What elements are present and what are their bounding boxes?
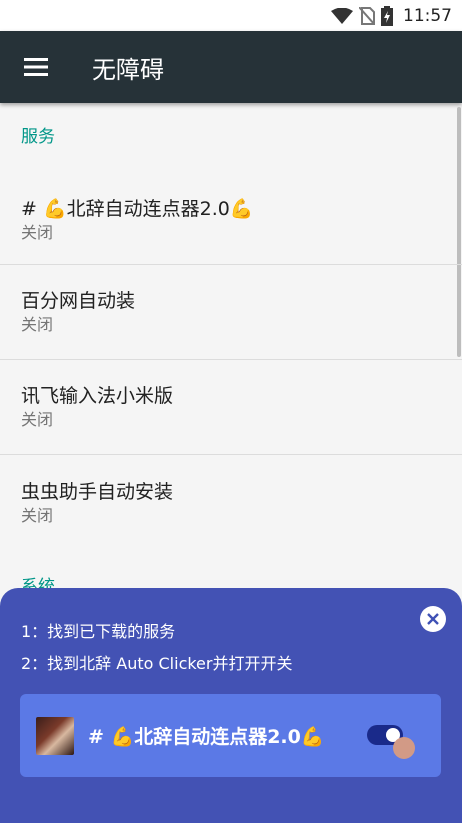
list-item-title: 百分网自动装 <box>21 290 136 312</box>
list-item-summary: 关闭 <box>21 410 54 429</box>
list-item-summary: 关闭 <box>21 315 54 334</box>
list-item-beici-auto-clicker[interactable]: # 💪北辞自动连点器2.0💪 关闭 <box>0 169 462 265</box>
app-avatar <box>36 716 74 755</box>
preference-list: 服务 # 💪北辞自动连点器2.0💪 关闭 百分网自动装 关闭 讯飞输入法小米版 … <box>0 103 462 550</box>
wifi-icon <box>331 7 353 24</box>
pointing-hand-icon <box>393 737 415 759</box>
no-sim-icon <box>359 6 375 25</box>
list-item-xunfei-ime[interactable]: 讯飞输入法小米版 关闭 <box>0 360 462 455</box>
status-bar: 11:57 <box>0 0 462 31</box>
page-title: 无障碍 <box>92 55 164 84</box>
list-item-title: 虫虫助手自动安装 <box>21 480 174 503</box>
guide-step-1: 1：找到已下载的服务 <box>21 622 176 641</box>
guide-overlay: 1：找到已下载的服务 2：找到北辞 Auto Clicker并打开开关 # 💪北… <box>0 588 462 823</box>
guide-service-card: # 💪北辞自动连点器2.0💪 <box>20 694 441 777</box>
hamburger-menu-icon[interactable] <box>0 31 72 103</box>
close-icon[interactable] <box>420 606 446 632</box>
guide-card-title: # 💪北辞自动连点器2.0💪 <box>88 726 325 748</box>
list-item-title: # 💪北辞自动连点器2.0💪 <box>21 197 254 220</box>
list-item-chongchong-auto-install[interactable]: 虫虫助手自动安装 关闭 <box>0 455 462 550</box>
clock: 11:57 <box>403 5 452 26</box>
section-header-services: 服务 <box>21 127 55 147</box>
list-item-summary: 关闭 <box>21 222 54 242</box>
app-toolbar: 无障碍 <box>0 31 462 103</box>
list-item-summary: 关闭 <box>21 505 54 525</box>
guide-step-2: 2：找到北辞 Auto Clicker并打开开关 <box>21 654 293 673</box>
list-item-title: 讯飞输入法小米版 <box>21 385 174 407</box>
list-item-baifen-auto-install[interactable]: 百分网自动装 关闭 <box>0 265 462 360</box>
battery-charging-icon <box>381 5 393 26</box>
